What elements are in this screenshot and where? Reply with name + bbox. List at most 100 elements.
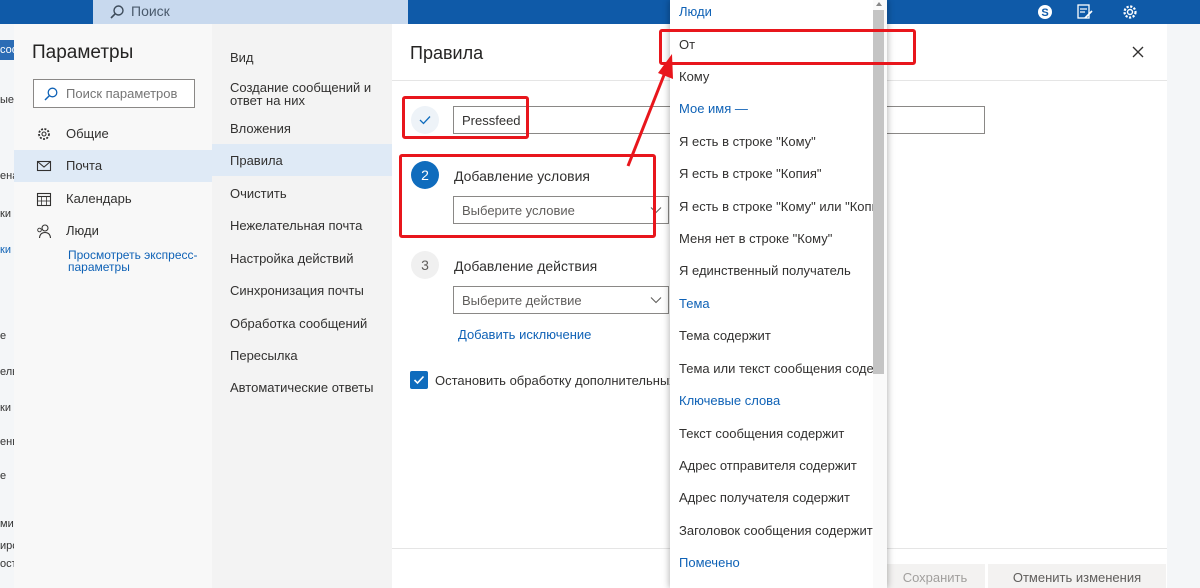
background-text: сооб (0, 44, 14, 56)
global-search-placeholder: Поиск (131, 3, 170, 19)
background-text: е (0, 330, 7, 342)
scroll-up-arrow-icon[interactable] (876, 2, 882, 6)
nav-people[interactable]: Люди (14, 215, 212, 247)
mail-settings-menu: Вид Создание сообщений и ответ на них Вл… (212, 24, 392, 588)
settings-search-input[interactable] (66, 84, 191, 103)
dropdown-option-label: Текст сообщения содержит (679, 426, 845, 441)
save-button[interactable]: Сохранить (885, 564, 985, 588)
dropdown-option[interactable]: Адрес получателя содержит (670, 482, 873, 514)
dropdown-option[interactable]: Адрес отправителя содержит (670, 450, 873, 482)
background-right-pane (1167, 24, 1200, 588)
dropdown-option[interactable]: Я есть в строке "Кому" (670, 126, 873, 158)
settings-search-box[interactable] (33, 79, 195, 108)
dropdown-group-label: Помечено (679, 555, 740, 570)
mail-menu-item[interactable]: Вид (212, 51, 392, 64)
mail-menu-item-rules[interactable]: Правила (212, 144, 392, 176)
action-select[interactable]: Выберите действие (453, 286, 669, 314)
step3-number: 3 (411, 251, 439, 279)
dropdown-option-label: Меня нет в строке "Кому" (679, 231, 833, 246)
background-text: ми (0, 518, 14, 530)
mail-menu-item[interactable]: Синхронизация почты (212, 284, 392, 297)
quick-settings-link[interactable]: Просмотреть экспресс-параметры (68, 249, 208, 273)
nav-general[interactable]: Общие (14, 118, 212, 150)
background-text: ки в (0, 244, 14, 256)
mail-menu-item[interactable]: Настройка действий (212, 252, 392, 265)
mail-menu-item[interactable]: Автоматические ответы (212, 381, 392, 394)
mail-menu-item[interactable]: Очистить (212, 187, 392, 200)
dropdown-option[interactable]: Тема содержит (670, 320, 873, 352)
stop-processing-label: Остановить обработку дополнительных (435, 373, 676, 388)
condition-dropdown-list: Люди От Кому Мое имя — Я есть в строке "… (670, 0, 887, 588)
settings-title: Параметры (32, 42, 134, 63)
annotation-box-condition (399, 154, 656, 238)
background-text: е (0, 470, 7, 482)
background-text: ения (0, 436, 14, 448)
mail-menu-item[interactable]: Нежелательная почта (212, 219, 392, 232)
mail-icon (36, 160, 52, 172)
annotation-box-rule-name (402, 96, 529, 139)
nav-mail[interactable]: Почта (14, 150, 212, 182)
dropdown-group-header: Тема (670, 288, 873, 320)
edit-notes-icon[interactable] (1075, 2, 1095, 22)
dropdown-option[interactable]: Я есть в строке "Копия" (670, 158, 873, 190)
search-icon (110, 5, 124, 19)
dropdown-group-label: Ключевые слова (679, 393, 781, 408)
background-text: ена (0, 170, 14, 182)
dropdown-option-label: Я есть в строке "Копия" (679, 166, 822, 181)
skype-icon[interactable]: S (1035, 2, 1055, 22)
global-search[interactable]: Поиск (93, 0, 408, 24)
mail-menu-item[interactable]: Обработка сообщений (212, 317, 392, 330)
search-icon (44, 87, 58, 101)
background-text: ки (0, 402, 11, 414)
dropdown-option-label: Кому (679, 69, 710, 84)
dropdown-group-label: Тема (679, 296, 710, 311)
dropdown-group-label: Люди (679, 4, 712, 19)
discard-button[interactable]: Отменить изменения (988, 564, 1166, 588)
stop-processing-checkbox[interactable] (410, 371, 428, 389)
dropdown-option-label: Тема содержит (679, 328, 771, 343)
annotation-box-from-option (659, 29, 916, 65)
background-text: ки (0, 208, 11, 220)
action-select-placeholder: Выберите действие (462, 293, 582, 308)
background-text: ирс (0, 540, 14, 552)
dropdown-option[interactable]: Кому (670, 61, 873, 93)
top-bar: Поиск S (0, 0, 1200, 24)
background-text: ост (0, 558, 14, 570)
gear-icon (38, 128, 50, 140)
dropdown-option-label: Адрес отправителя содержит (679, 458, 857, 473)
dropdown-group-header: Помечено (670, 547, 873, 579)
dropdown-group-label: Мое имя — (679, 101, 748, 116)
dropdown-option[interactable]: Я есть в строке "Кому" или "Копия" (670, 191, 873, 223)
dropdown-option-label: Я единственный получатель (679, 263, 851, 278)
dropdown-option-label: Адрес получателя содержит (679, 490, 851, 505)
step3-title: Добавление действия (454, 258, 598, 274)
dropdown-group-header: Мое имя — (670, 93, 873, 125)
nav-calendar[interactable]: Календарь (14, 183, 212, 215)
dropdown-option[interactable]: Заголовок сообщения содержит (670, 515, 873, 547)
mail-menu-item[interactable]: Пересылка (212, 349, 392, 362)
nav-general-label: Общие (66, 126, 109, 141)
dropdown-option-label: Заголовок сообщения содержит (679, 523, 873, 538)
rules-title: Правила (410, 43, 484, 63)
dropdown-group-header: Ключевые слова (670, 385, 873, 417)
dropdown-option[interactable]: Тема или текст сообщения содержит (670, 353, 873, 385)
background-text: ель (0, 366, 14, 378)
background-mail-pane: сооб ые ена ки ки в е ель ки ения е ми и… (0, 24, 14, 588)
checkmark-icon (413, 375, 425, 385)
settings-dialog: Параметры Общие Почта (14, 24, 1167, 588)
dropdown-option[interactable]: Текст сообщения содержит (670, 418, 873, 450)
add-exception-link[interactable]: Добавить исключение (458, 327, 591, 342)
nav-people-label: Люди (66, 223, 99, 238)
dropdown-group-header: Люди (670, 0, 873, 28)
close-icon[interactable] (1130, 44, 1146, 60)
chevron-down-icon (650, 297, 662, 304)
mail-menu-item[interactable]: Вложения (212, 122, 392, 135)
calendar-icon (36, 192, 52, 207)
mail-menu-item[interactable]: Создание сообщений и ответ на них (212, 81, 382, 107)
gear-icon[interactable] (1120, 2, 1140, 22)
dropdown-option[interactable]: Меня нет в строке "Кому" (670, 223, 873, 255)
svg-text:S: S (1041, 7, 1048, 19)
background-text: ые (0, 94, 14, 106)
settings-category-pane: Параметры Общие Почта (14, 24, 212, 588)
dropdown-option[interactable]: Я единственный получатель (670, 255, 873, 287)
